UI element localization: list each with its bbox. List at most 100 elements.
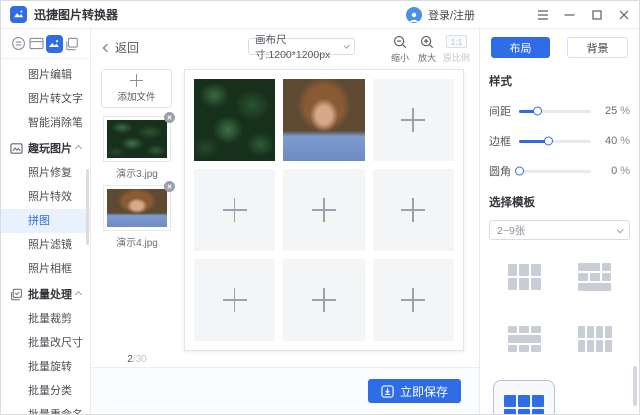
thumbnail-image-girl — [107, 189, 167, 227]
maximize-icon[interactable] — [583, 1, 610, 29]
sidebar-section-batch[interactable]: 批量处理 — [1, 281, 90, 307]
add-file-button[interactable]: 添加文件 — [101, 69, 172, 108]
app-window: 迅捷图片转换器 登录/注册 图片编辑 图片转文字 智能消除笔 趣玩图片 照片修复… — [0, 0, 640, 415]
collapse-chevron-icon — [74, 290, 83, 299]
menu-icon[interactable] — [529, 1, 556, 29]
sidebar-item-batch-rotate[interactable]: 批量旋转 — [1, 355, 90, 379]
panel-scrollbar[interactable] — [633, 366, 637, 406]
template-grid-3x3-selected[interactable] — [493, 380, 556, 414]
add-image-icon — [222, 198, 247, 222]
collage-grid — [194, 79, 454, 341]
window-controls — [529, 1, 637, 29]
footer-bar: 立即保存 — [91, 367, 479, 414]
download-icon — [381, 384, 394, 398]
sidebar-item-batch-rename[interactable]: 批量重命名 — [1, 403, 90, 414]
collapse-chevron-icon — [74, 144, 83, 153]
sidebar-item-photo-filter[interactable]: 照片滤镜 — [1, 233, 90, 257]
collage-cell-girl[interactable] — [283, 79, 365, 161]
sidebar-item-batch-crop[interactable]: 批量裁剪 — [1, 307, 90, 331]
collage-cell-empty[interactable] — [372, 169, 454, 251]
zoom-out-icon — [394, 36, 407, 49]
template-grid-4x2[interactable] — [560, 308, 631, 370]
file-name: 演示4.jpg — [116, 238, 158, 249]
workspace: 添加文件 演示3.jpg 演示4.jpg 2/30 — [91, 65, 479, 367]
original-ratio-control[interactable]: 1:1 原比例 — [443, 35, 470, 64]
border-slider-row: 边框 40% — [489, 135, 630, 148]
template-collage-wide-top[interactable] — [560, 246, 631, 308]
sidebar-item-photo-repair[interactable]: 照片修复 — [1, 161, 90, 185]
sidebar-item-image-edit[interactable]: 图片编辑 — [1, 63, 90, 87]
login-register-link[interactable]: 登录/注册 — [428, 7, 475, 23]
add-image-icon — [311, 198, 336, 222]
collage-cell-empty[interactable] — [372, 259, 454, 341]
tab-layout[interactable]: 布局 — [491, 37, 550, 58]
remove-file-icon[interactable] — [164, 181, 175, 192]
collage-cell-empty[interactable] — [194, 169, 276, 251]
main-area: 返回 画布尺寸:1200*1200px 缩小 放大 1:1 原比例 添加文件 演… — [91, 29, 479, 414]
slider-handle[interactable] — [533, 106, 542, 116]
chevron-down-icon — [343, 42, 350, 50]
slider-handle[interactable] — [515, 166, 524, 176]
border-slider[interactable] — [519, 136, 591, 146]
video-tool-icon[interactable] — [28, 35, 46, 53]
sidebar-item-photo-effects[interactable]: 照片特效 — [1, 185, 90, 209]
sidebar-item-batch-classify[interactable]: 批量分类 — [1, 379, 90, 403]
titlebar: 迅捷图片转换器 登录/注册 — [1, 1, 639, 29]
collage-cell-leaves[interactable] — [194, 79, 276, 161]
template-section-title: 选择模板 — [489, 197, 535, 209]
collage-cell-empty[interactable] — [372, 79, 454, 161]
style-section-title: 样式 — [489, 76, 512, 88]
canvas-toolbar: 返回 画布尺寸:1200*1200px 缩小 放大 1:1 原比例 — [91, 29, 479, 65]
slider-handle[interactable] — [543, 136, 553, 146]
collage-cell-empty[interactable] — [283, 169, 365, 251]
convert-tool-icon[interactable] — [10, 35, 28, 53]
template-count-select[interactable]: 2~9张 — [489, 220, 630, 240]
user-avatar-icon — [406, 7, 422, 23]
fun-images-icon — [10, 142, 23, 155]
sidebar-item-smart-eraser[interactable]: 智能消除笔 — [1, 111, 90, 135]
minimize-icon[interactable] — [556, 1, 583, 29]
collage-cell-empty[interactable] — [194, 259, 276, 341]
thumbnail-image-leaves — [107, 120, 167, 158]
template-collage-middle-bar[interactable] — [489, 308, 560, 370]
save-button[interactable]: 立即保存 — [368, 379, 461, 403]
file-thumbnail[interactable] — [103, 112, 175, 162]
zoom-out-control[interactable]: 缩小 — [391, 35, 409, 64]
remove-file-icon[interactable] — [164, 112, 175, 123]
file-filmstrip: 添加文件 演示3.jpg 演示4.jpg 2/30 — [91, 65, 183, 367]
spacing-slider[interactable] — [519, 106, 591, 116]
collage-cell-empty[interactable] — [283, 259, 365, 341]
right-panel: 布局 背景 样式 间距 25% 边框 40% 圆角 0% 选择模板 2~9张 — [479, 29, 639, 414]
plus-icon — [130, 74, 143, 87]
sidebar-tool-tabs — [1, 29, 90, 59]
file-thumbnail[interactable] — [103, 181, 175, 231]
sidebar-item-collage[interactable]: 拼图 — [1, 209, 90, 233]
close-icon[interactable] — [610, 1, 637, 29]
sidebar-item-batch-resize[interactable]: 批量改尺寸 — [1, 331, 90, 355]
sidebar-section-fun-images[interactable]: 趣玩图片 — [1, 135, 90, 161]
back-button[interactable]: 返回 — [102, 39, 139, 56]
template-grid-3x2[interactable] — [489, 246, 560, 308]
collage-canvas — [184, 69, 464, 351]
login-area[interactable]: 登录/注册 — [406, 1, 475, 29]
add-image-icon — [401, 198, 426, 222]
radius-slider[interactable] — [515, 166, 591, 176]
sidebar-scrollbar[interactable] — [86, 169, 89, 245]
tab-background[interactable]: 背景 — [567, 37, 628, 58]
batch-icon — [10, 288, 23, 301]
panel-tabs: 布局 背景 — [489, 37, 630, 58]
add-image-icon — [401, 108, 426, 132]
sidebar-item-photo-frame[interactable]: 照片相框 — [1, 257, 90, 281]
sidebar-menu: 图片编辑 图片转文字 智能消除笔 趣玩图片 照片修复 照片特效 拼图 照片滤镜 … — [1, 59, 90, 414]
spacing-slider-row: 间距 25% — [489, 105, 630, 118]
sidebar-item-image-to-text[interactable]: 图片转文字 — [1, 87, 90, 111]
add-image-icon — [401, 288, 426, 312]
zoom-in-icon — [421, 36, 434, 49]
copy-tool-icon[interactable] — [63, 35, 81, 53]
radius-slider-row: 圆角 0% — [489, 165, 630, 178]
image-tool-icon[interactable] — [45, 34, 64, 53]
app-title: 迅捷图片转换器 — [34, 8, 119, 22]
zoom-in-control[interactable]: 放大 — [418, 35, 436, 64]
canvas-size-select[interactable]: 画布尺寸:1200*1200px — [248, 34, 355, 61]
chevron-down-icon — [616, 225, 624, 233]
